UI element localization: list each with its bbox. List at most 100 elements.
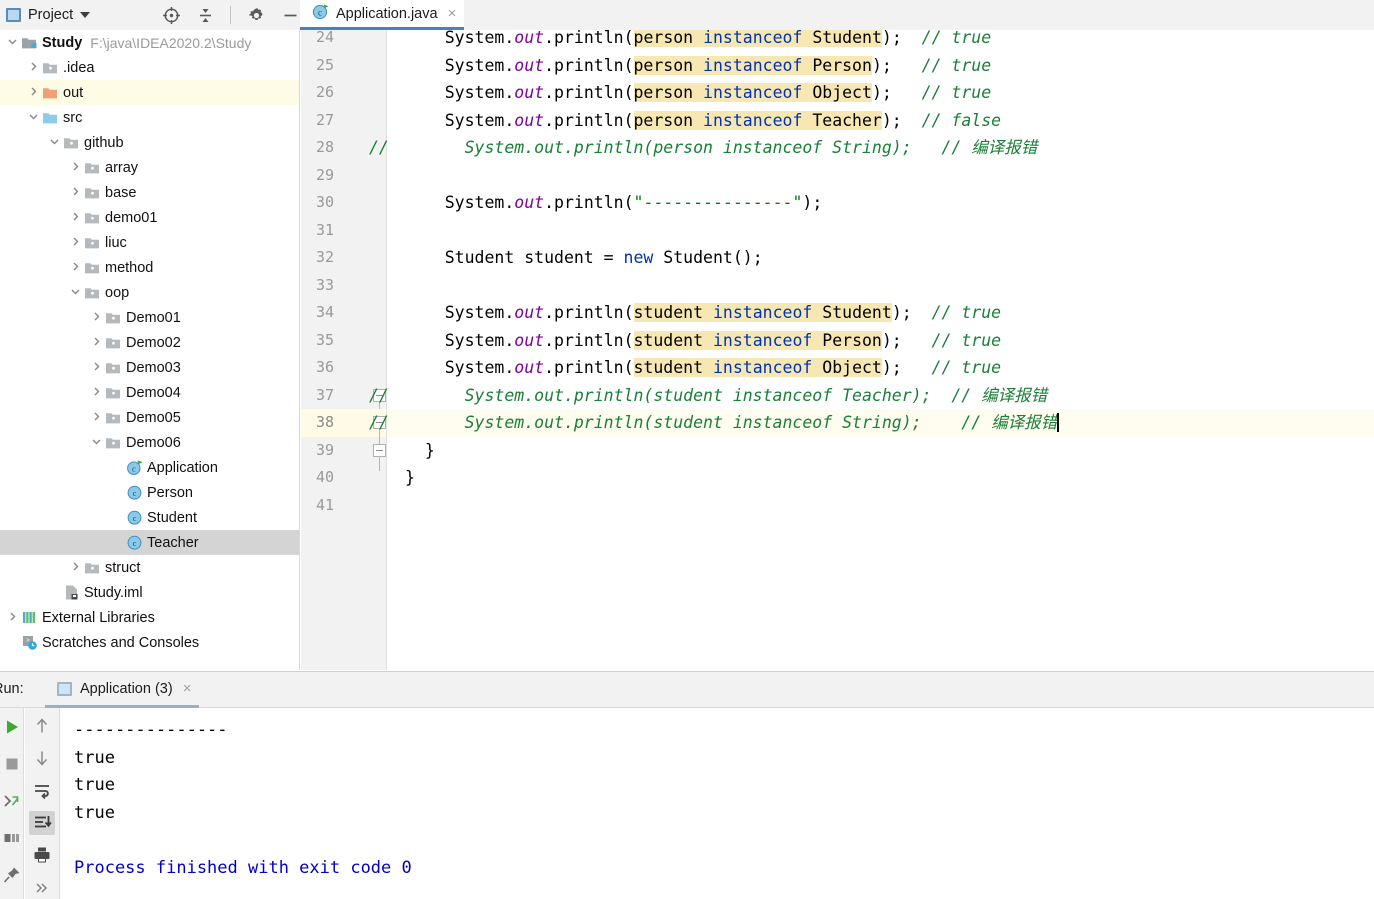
locate-icon[interactable]: [160, 4, 182, 26]
package-icon: [104, 409, 122, 426]
editor-tab-application-java[interactable]: c Application.java ×: [300, 0, 464, 30]
run-tab-application[interactable]: Application (3) ×: [45, 672, 199, 708]
code-line[interactable]: [387, 492, 1374, 520]
tree-item-external-libraries[interactable]: External Libraries: [0, 605, 299, 630]
tree-item-struct[interactable]: struct: [0, 555, 299, 580]
tree-item--idea[interactable]: .idea: [0, 55, 299, 80]
tree-item-study-iml[interactable]: Study.iml: [0, 580, 299, 605]
code-line[interactable]: System.out.println("---------------");: [387, 189, 1374, 217]
tree-item-out[interactable]: out: [0, 80, 299, 105]
chevron-right-icon[interactable]: [4, 611, 20, 624]
code-line[interactable]: System.out.println(person instanceof Per…: [387, 52, 1374, 80]
tree-item-liuc[interactable]: liuc: [0, 230, 299, 255]
tree-item-method[interactable]: method: [0, 255, 299, 280]
code-line[interactable]: System.out.println(student instanceof St…: [387, 299, 1374, 327]
chevron-right-icon[interactable]: [67, 261, 83, 274]
tree-item-demo04[interactable]: Demo04: [0, 380, 299, 405]
minimize-icon[interactable]: [279, 4, 301, 26]
chevron-right-icon[interactable]: [88, 386, 104, 399]
tree-item-student[interactable]: cStudent: [0, 505, 299, 530]
java-runnable-class-icon: c: [312, 3, 329, 25]
code-line[interactable]: System.out.println(student instanceof Ob…: [387, 354, 1374, 382]
line-number: 38: [301, 413, 334, 431]
code-line[interactable]: }: [387, 437, 1374, 465]
console-actions-toolbar: [25, 708, 60, 899]
code-line[interactable]: System.out.println(person instanceof Obj…: [387, 79, 1374, 107]
tree-item-application[interactable]: cApplication: [0, 455, 299, 480]
chevron-down-icon[interactable]: [67, 286, 83, 299]
chevron-glyph: [70, 286, 81, 299]
editor-code-area[interactable]: System.out.println(person instanceof Stu…: [386, 30, 1374, 670]
tree-item-github[interactable]: github: [0, 130, 299, 155]
chevron-right-icon[interactable]: [25, 86, 41, 99]
tree-item-demo02[interactable]: Demo02: [0, 330, 299, 355]
tree-item-teacher[interactable]: cTeacher: [0, 530, 299, 555]
chevron-right-icon[interactable]: [67, 236, 83, 249]
tree-item-label: src: [63, 110, 82, 126]
chevron-down-icon[interactable]: [4, 36, 20, 49]
expand-more-icon[interactable]: [29, 876, 55, 899]
editor-gutter[interactable]: 242526272829303132333435363738394041: [301, 30, 386, 670]
code-line[interactable]: [387, 272, 1374, 300]
tree-item-demo01[interactable]: demo01: [0, 205, 299, 230]
down-arrow-icon[interactable]: [29, 746, 55, 770]
gear-icon[interactable]: [245, 4, 267, 26]
java-class-icon: c: [125, 509, 143, 526]
scroll-to-end-icon[interactable]: [29, 811, 55, 835]
chevron-right-icon[interactable]: [67, 161, 83, 174]
chevron-glyph: [91, 336, 102, 349]
tree-item-src[interactable]: src: [0, 105, 299, 130]
tree-item-person[interactable]: cPerson: [0, 480, 299, 505]
tree-item-scratches-and-consoles[interactable]: >Scratches and Consoles: [0, 630, 299, 655]
line-number: 34: [301, 303, 334, 321]
tree-item-demo03[interactable]: Demo03: [0, 355, 299, 380]
tree-item-study[interactable]: StudyF:\java\IDEA2020.2\Study: [0, 30, 299, 55]
code-line[interactable]: }: [387, 464, 1374, 492]
idea-window: Project: [0, 0, 1374, 899]
print-icon[interactable]: [29, 843, 55, 867]
tree-item-array[interactable]: array: [0, 155, 299, 180]
stop-icon[interactable]: [0, 751, 25, 777]
rerun-failed-icon[interactable]: [0, 788, 25, 814]
chevron-down-icon[interactable]: [46, 136, 62, 149]
up-arrow-icon[interactable]: [29, 714, 55, 738]
chevron-right-icon[interactable]: [88, 361, 104, 374]
chevron-glyph: [49, 136, 60, 149]
console-line: [74, 827, 1374, 855]
chevron-down-icon[interactable]: [80, 12, 90, 18]
rerun-icon[interactable]: [0, 714, 25, 740]
chevron-right-icon[interactable]: [88, 411, 104, 424]
code-line[interactable]: [387, 217, 1374, 245]
tree-item-demo05[interactable]: Demo05: [0, 405, 299, 430]
chevron-right-icon[interactable]: [67, 186, 83, 199]
console-icon: [57, 682, 72, 696]
collapse-all-icon[interactable]: [194, 4, 216, 26]
tree-item-base[interactable]: base: [0, 180, 299, 205]
close-icon[interactable]: ×: [448, 6, 457, 21]
tree-item-demo06[interactable]: Demo06: [0, 430, 299, 455]
code-editor[interactable]: 242526272829303132333435363738394041 Sys…: [301, 30, 1374, 670]
project-tree[interactable]: StudyF:\java\IDEA2020.2\Study.ideaout src…: [0, 30, 300, 670]
tree-item-demo01[interactable]: Demo01: [0, 305, 299, 330]
console-output[interactable]: ---------------truetruetrue Process fini…: [61, 709, 1374, 899]
code-line[interactable]: System.out.println(student instanceof Pe…: [387, 327, 1374, 355]
chevron-down-icon[interactable]: [88, 436, 104, 449]
tree-item-oop[interactable]: oop: [0, 280, 299, 305]
code-line[interactable]: System.out.println(person instanceof Str…: [387, 134, 1374, 162]
pin-icon[interactable]: [0, 862, 25, 888]
chevron-down-icon[interactable]: [25, 111, 41, 124]
soft-wrap-icon[interactable]: [29, 779, 55, 803]
chevron-right-icon[interactable]: [25, 61, 41, 74]
chevron-right-icon[interactable]: [88, 336, 104, 349]
code-line[interactable]: System.out.println(person instanceof Tea…: [387, 107, 1374, 135]
chevron-right-icon[interactable]: [67, 211, 83, 224]
chevron-right-icon[interactable]: [88, 311, 104, 324]
code-line[interactable]: System.out.println(student instanceof St…: [387, 409, 1374, 437]
close-icon[interactable]: ×: [183, 681, 192, 696]
code-line[interactable]: System.out.println(student instanceof Te…: [387, 382, 1374, 410]
layout-icon[interactable]: [0, 825, 25, 851]
code-line[interactable]: Student student = new Student();: [387, 244, 1374, 272]
chevron-right-icon[interactable]: [67, 561, 83, 574]
code-line[interactable]: System.out.println(person instanceof Stu…: [387, 30, 1374, 52]
code-line[interactable]: [387, 162, 1374, 190]
